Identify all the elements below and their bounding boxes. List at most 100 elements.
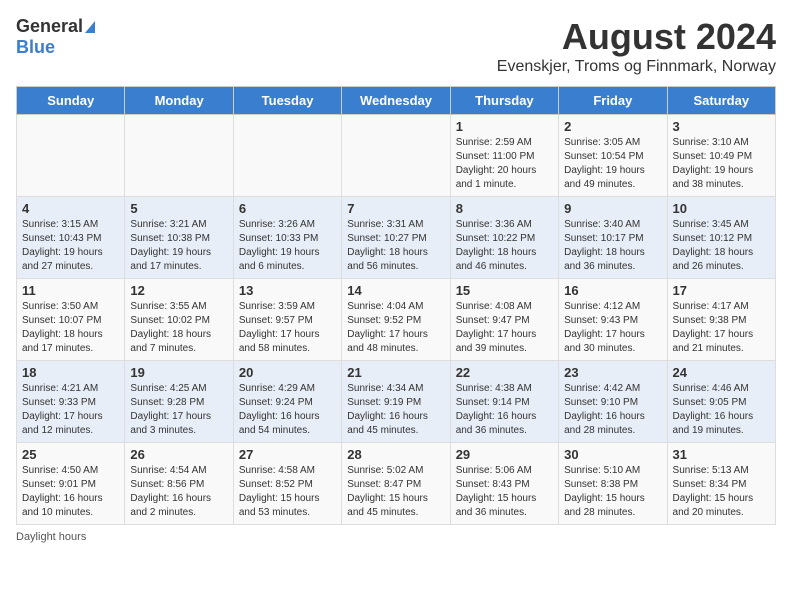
col-header-saturday: Saturday <box>667 87 775 115</box>
calendar-cell: 5 Sunrise: 3:21 AM Sunset: 10:38 PM Dayli… <box>125 197 233 279</box>
page-subtitle: Evenskjer, Troms og Finnmark, Norway <box>497 58 776 76</box>
col-header-wednesday: Wednesday <box>342 87 450 115</box>
calendar-table: SundayMondayTuesdayWednesdayThursdayFrid… <box>16 86 776 525</box>
day-number: 31 <box>673 447 770 462</box>
calendar-cell: 2 Sunrise: 3:05 AM Sunset: 10:54 PM Dayli… <box>559 115 667 197</box>
day-number: 8 <box>456 201 553 216</box>
cell-info: Sunrise: 5:06 AM Sunset: 8:43 PM Dayligh… <box>456 464 553 520</box>
calendar-cell: 18Sunrise: 4:21 AM Sunset: 9:33 PM Dayli… <box>17 361 125 443</box>
day-number: 3 <box>673 119 770 134</box>
calendar-cell: 12 Sunrise: 3:55 AM Sunset: 10:02 PM Dayl… <box>125 279 233 361</box>
day-number: 5 <box>130 201 227 216</box>
calendar-cell: 19Sunrise: 4:25 AM Sunset: 9:28 PM Dayli… <box>125 361 233 443</box>
cell-info: Sunrise: 4:58 AM Sunset: 8:52 PM Dayligh… <box>239 464 336 520</box>
calendar-cell: 16 Sunrise: 4:12 AM Sunset: 9:43 PM Dayli… <box>559 279 667 361</box>
logo-general-text: General <box>16 16 83 37</box>
day-number: 29 <box>456 447 553 462</box>
day-number: 30 <box>564 447 661 462</box>
col-header-monday: Monday <box>125 87 233 115</box>
calendar-cell: 14Sunrise: 4:04 AM Sunset: 9:52 PM Dayli… <box>342 279 450 361</box>
cell-info: Sunrise: 5:10 AM Sunset: 8:38 PM Dayligh… <box>564 464 661 520</box>
day-number: 4 <box>22 201 119 216</box>
cell-info: Sunrise: 3:45 AM Sunset: 10:12 PM Daylig… <box>673 218 770 274</box>
cell-info: Sunrise: 4:46 AM Sunset: 9:05 PM Dayligh… <box>673 382 770 438</box>
calendar-cell: 15Sunrise: 4:08 AM Sunset: 9:47 PM Dayli… <box>450 279 558 361</box>
day-number: 9 <box>564 201 661 216</box>
footer-text: Daylight hours <box>16 531 86 543</box>
cell-info: Sunrise: 4:12 AM Sunset: 9:43 PM Dayligh… <box>564 300 661 356</box>
day-number: 17 <box>673 283 770 298</box>
calendar-cell: 6 Sunrise: 3:26 AM Sunset: 10:33 PM Dayli… <box>233 197 341 279</box>
calendar-cell <box>233 115 341 197</box>
cell-info: Sunrise: 4:34 AM Sunset: 9:19 PM Dayligh… <box>347 382 444 438</box>
cell-info: Sunrise: 3:10 AM Sunset: 10:49 PM Daylig… <box>673 136 770 192</box>
cell-info: Sunrise: 5:02 AM Sunset: 8:47 PM Dayligh… <box>347 464 444 520</box>
calendar-cell: 28 Sunrise: 5:02 AM Sunset: 8:47 PM Dayli… <box>342 443 450 525</box>
col-header-friday: Friday <box>559 87 667 115</box>
day-number: 24 <box>673 365 770 380</box>
day-number: 25 <box>22 447 119 462</box>
day-number: 28 <box>347 447 444 462</box>
title-area: August 2024 Evenskjer, Troms og Finnmark… <box>497 16 776 76</box>
day-number: 7 <box>347 201 444 216</box>
cell-info: Sunrise: 3:26 AM Sunset: 10:33 PM Daylig… <box>239 218 336 274</box>
day-number: 2 <box>564 119 661 134</box>
calendar-cell: 3 Sunrise: 3:10 AM Sunset: 10:49 PM Dayli… <box>667 115 775 197</box>
calendar-cell: 4 Sunrise: 3:15 AM Sunset: 10:43 PM Dayli… <box>17 197 125 279</box>
day-number: 13 <box>239 283 336 298</box>
day-number: 21 <box>347 365 444 380</box>
calendar-cell: 30 Sunrise: 5:10 AM Sunset: 8:38 PM Dayli… <box>559 443 667 525</box>
calendar-cell <box>125 115 233 197</box>
cell-info: Sunrise: 3:55 AM Sunset: 10:02 PM Daylig… <box>130 300 227 356</box>
day-number: 6 <box>239 201 336 216</box>
calendar-cell: 24 Sunrise: 4:46 AM Sunset: 9:05 PM Dayli… <box>667 361 775 443</box>
cell-info: Sunrise: 4:25 AM Sunset: 9:28 PM Dayligh… <box>130 382 227 438</box>
calendar-cell: 13 Sunrise: 3:59 AM Sunset: 9:57 PM Dayli… <box>233 279 341 361</box>
calendar-cell: 22 Sunrise: 4:38 AM Sunset: 9:14 PM Dayli… <box>450 361 558 443</box>
day-number: 22 <box>456 365 553 380</box>
day-number: 23 <box>564 365 661 380</box>
cell-info: Sunrise: 2:59 AM Sunset: 11:00 PM Daylig… <box>456 136 553 192</box>
col-header-tuesday: Tuesday <box>233 87 341 115</box>
cell-info: Sunrise: 3:31 AM Sunset: 10:27 PM Daylig… <box>347 218 444 274</box>
calendar-cell: 20Sunrise: 4:29 AM Sunset: 9:24 PM Dayli… <box>233 361 341 443</box>
cell-info: Sunrise: 3:36 AM Sunset: 10:22 PM Daylig… <box>456 218 553 274</box>
cell-info: Sunrise: 3:21 AM Sunset: 10:38 PM Daylig… <box>130 218 227 274</box>
calendar-cell: 1 Sunrise: 2:59 AM Sunset: 11:00 PM Dayli… <box>450 115 558 197</box>
page-title: August 2024 <box>497 16 776 58</box>
day-number: 12 <box>130 283 227 298</box>
day-number: 1 <box>456 119 553 134</box>
calendar-cell: 29 Sunrise: 5:06 AM Sunset: 8:43 PM Dayli… <box>450 443 558 525</box>
day-number: 10 <box>673 201 770 216</box>
day-number: 26 <box>130 447 227 462</box>
calendar-cell: 10 Sunrise: 3:45 AM Sunset: 10:12 PM Dayl… <box>667 197 775 279</box>
calendar-cell: 25 Sunrise: 4:50 AM Sunset: 9:01 PM Dayli… <box>17 443 125 525</box>
footer-note: Daylight hours <box>16 531 776 543</box>
calendar-cell <box>17 115 125 197</box>
col-header-sunday: Sunday <box>17 87 125 115</box>
calendar-cell: 7 Sunrise: 3:31 AM Sunset: 10:27 PM Dayli… <box>342 197 450 279</box>
cell-info: Sunrise: 3:15 AM Sunset: 10:43 PM Daylig… <box>22 218 119 274</box>
cell-info: Sunrise: 3:05 AM Sunset: 10:54 PM Daylig… <box>564 136 661 192</box>
calendar-cell: 8 Sunrise: 3:36 AM Sunset: 10:22 PM Dayli… <box>450 197 558 279</box>
cell-info: Sunrise: 3:40 AM Sunset: 10:17 PM Daylig… <box>564 218 661 274</box>
header: General Blue August 2024 Evenskjer, Trom… <box>16 16 776 76</box>
day-number: 16 <box>564 283 661 298</box>
calendar-cell: 27 Sunrise: 4:58 AM Sunset: 8:52 PM Dayli… <box>233 443 341 525</box>
cell-info: Sunrise: 4:54 AM Sunset: 8:56 PM Dayligh… <box>130 464 227 520</box>
day-number: 27 <box>239 447 336 462</box>
cell-info: Sunrise: 4:50 AM Sunset: 9:01 PM Dayligh… <box>22 464 119 520</box>
cell-info: Sunrise: 4:08 AM Sunset: 9:47 PM Dayligh… <box>456 300 553 356</box>
day-number: 20 <box>239 365 336 380</box>
cell-info: Sunrise: 3:59 AM Sunset: 9:57 PM Dayligh… <box>239 300 336 356</box>
logo: General Blue <box>16 16 95 58</box>
cell-info: Sunrise: 4:21 AM Sunset: 9:33 PM Dayligh… <box>22 382 119 438</box>
cell-info: Sunrise: 4:38 AM Sunset: 9:14 PM Dayligh… <box>456 382 553 438</box>
col-header-thursday: Thursday <box>450 87 558 115</box>
logo-blue-text: Blue <box>16 37 55 58</box>
logo-triangle-icon <box>85 21 95 33</box>
calendar-cell: 21 Sunrise: 4:34 AM Sunset: 9:19 PM Dayli… <box>342 361 450 443</box>
cell-info: Sunrise: 4:42 AM Sunset: 9:10 PM Dayligh… <box>564 382 661 438</box>
cell-info: Sunrise: 4:17 AM Sunset: 9:38 PM Dayligh… <box>673 300 770 356</box>
cell-info: Sunrise: 3:50 AM Sunset: 10:07 PM Daylig… <box>22 300 119 356</box>
